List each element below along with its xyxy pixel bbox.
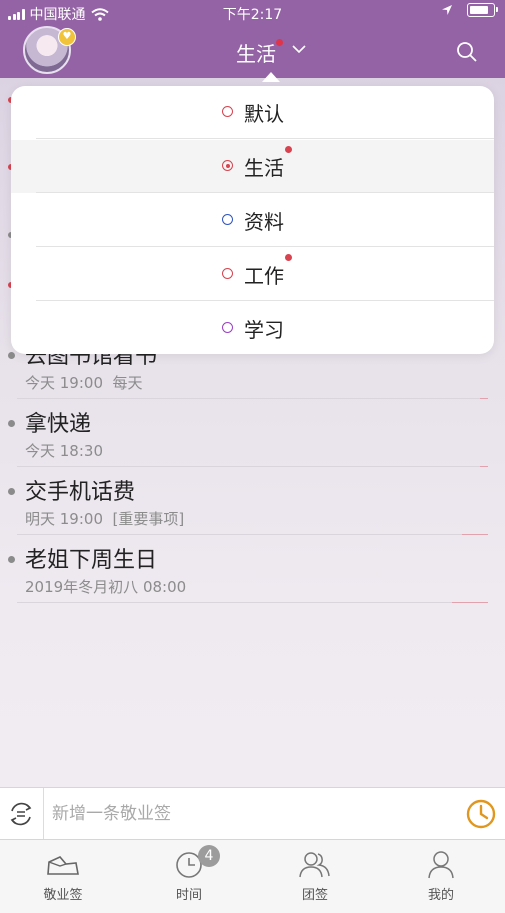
dropdown-item-resources[interactable]: 资料: [11, 194, 494, 247]
dropdown-item-label: 学习: [244, 318, 284, 342]
status-time: 下午2:17: [222, 7, 283, 23]
chevron-down-icon[interactable]: [292, 45, 306, 54]
tab-label: 团签: [301, 888, 328, 903]
tab-jingyeqian[interactable]: 敬业签: [0, 840, 126, 913]
tab-label: 我的: [427, 888, 454, 903]
location-arrow-icon: [442, 5, 452, 15]
item-bullet: [8, 488, 15, 495]
list-item[interactable]: 拿快递 今天 18:30: [0, 399, 505, 467]
item-bullet: [8, 420, 15, 427]
item-title: 拿快递: [25, 412, 92, 437]
input-divider: [43, 788, 44, 839]
dropdown-pointer: [262, 72, 280, 82]
time-badge: 4: [198, 845, 220, 867]
app-header: ♥ 生活: [0, 26, 505, 78]
category-dropdown: 默认 生活 资料 工作 学习: [11, 86, 494, 354]
progress-mark: [452, 602, 488, 603]
category-title[interactable]: 生活: [236, 38, 276, 67]
tab-me[interactable]: 我的: [378, 840, 504, 913]
item-title: 交手机话费: [25, 480, 136, 505]
tab-team[interactable]: 团签: [252, 840, 378, 913]
item-subtitle: 今天 18:30: [25, 442, 103, 460]
dropdown-item-life[interactable]: 生活: [11, 140, 494, 193]
item-subtitle: 2019年冬月初八 08:00: [25, 578, 187, 596]
tab-label: 时间: [175, 888, 202, 903]
dropdown-item-label: 工作: [244, 264, 284, 288]
item-bullet: [8, 556, 15, 563]
sync-icon[interactable]: [7, 800, 35, 828]
user-icon: [428, 851, 454, 879]
item-subtitle: 明天 19:00 [重要事项]: [25, 510, 185, 528]
selected-radio-icon: [222, 160, 233, 171]
battery-icon: [467, 3, 498, 17]
dropdown-item-work[interactable]: 工作: [11, 248, 494, 301]
vip-badge-icon: ♥: [58, 28, 76, 46]
quick-add-bar: [0, 787, 505, 840]
status-right: [441, 3, 498, 17]
status-bar: 中国联通 下午2:17: [0, 0, 505, 26]
list-item[interactable]: 老姐下周生日 2019年冬月初八 08:00: [0, 535, 505, 603]
search-icon[interactable]: [456, 41, 478, 63]
category-ring-icon: [222, 106, 233, 117]
dropdown-item-label: 资料: [244, 210, 284, 234]
home-note-icon: [47, 856, 79, 875]
item-title: 老姐下周生日: [25, 548, 158, 573]
new-reminder-input[interactable]: [50, 797, 454, 831]
clock-icon: [176, 852, 202, 878]
category-ring-icon: [222, 322, 233, 333]
divider: [17, 602, 488, 603]
dropdown-item-study[interactable]: 学习: [11, 302, 494, 354]
item-subtitle: 今天 19:00 每天: [25, 374, 143, 392]
title-red-dot: [276, 39, 283, 46]
tab-time[interactable]: 4 时间: [126, 840, 252, 913]
category-ring-icon: [222, 214, 233, 225]
dropdown-item-default[interactable]: 默认: [11, 86, 494, 139]
dropdown-item-label: 默认: [244, 102, 284, 126]
team-icon: [299, 852, 330, 878]
divider: [36, 192, 494, 193]
tab-bar: 敬业签 4 时间 团签 我的: [0, 840, 505, 913]
divider: [36, 138, 494, 139]
red-dot: [285, 254, 292, 261]
list-item[interactable]: 交手机话费 明天 19:00 [重要事项]: [0, 467, 505, 535]
dropdown-item-label: 生活: [244, 156, 284, 180]
divider: [36, 300, 494, 301]
divider: [36, 246, 494, 247]
category-ring-icon: [222, 268, 233, 279]
tab-label: 敬业签: [43, 888, 83, 903]
red-dot: [285, 146, 292, 153]
alarm-clock-icon[interactable]: [465, 798, 497, 830]
